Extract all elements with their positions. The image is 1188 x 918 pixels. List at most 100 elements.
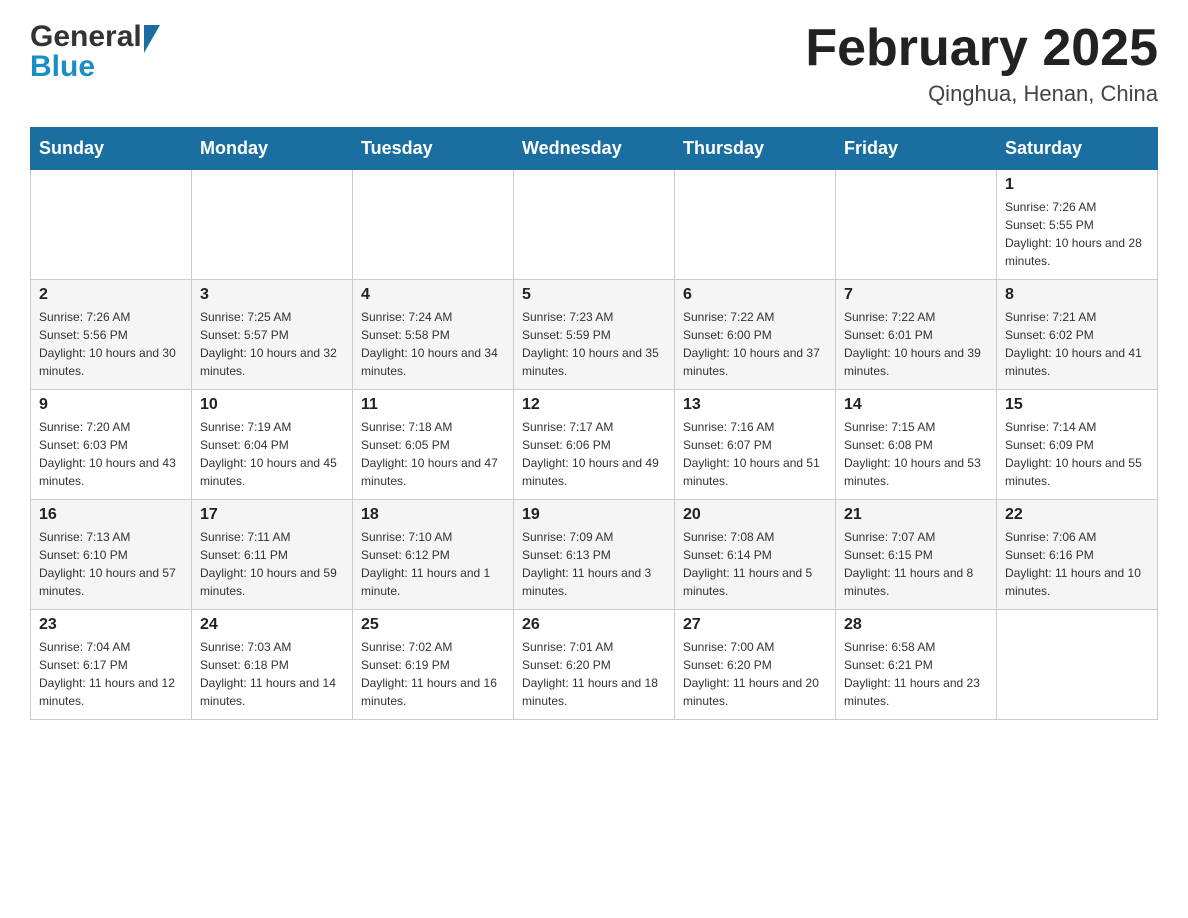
calendar-cell: 6 Sunrise: 7:22 AMSunset: 6:00 PMDaylight… xyxy=(675,280,836,390)
weekday-header-tuesday: Tuesday xyxy=(353,128,514,170)
calendar-cell xyxy=(192,170,353,280)
calendar-cell: 2Sunrise: 7:26 AMSunset: 5:56 PMDaylight… xyxy=(31,280,192,390)
day-number: 24 xyxy=(200,616,344,634)
calendar-cell xyxy=(353,170,514,280)
calendar-cell: 14 Sunrise: 7:15 AMSunset: 6:08 PMDayligh… xyxy=(836,390,997,500)
day-info: Sunrise: 7:01 AMSunset: 6:20 PMDaylight:… xyxy=(522,638,666,710)
day-info: Sunrise: 7:22 AMSunset: 6:00 PMDaylight:… xyxy=(683,308,827,380)
calendar-cell: 20 Sunrise: 7:08 AMSunset: 6:14 PMDayligh… xyxy=(675,500,836,610)
weekday-header-monday: Monday xyxy=(192,128,353,170)
day-info: Sunrise: 7:02 AMSunset: 6:19 PMDaylight:… xyxy=(361,638,505,710)
day-info: Sunrise: 7:13 AMSunset: 6:10 PMDaylight:… xyxy=(39,528,183,600)
day-number: 20 xyxy=(683,506,827,524)
day-number: 19 xyxy=(522,506,666,524)
page-header: General Blue February 2025 Qinghua, Hena… xyxy=(30,20,1158,107)
weekday-header-sunday: Sunday xyxy=(31,128,192,170)
day-number: 5 xyxy=(522,286,666,304)
calendar-cell: 12 Sunrise: 7:17 AMSunset: 6:06 PMDayligh… xyxy=(514,390,675,500)
day-info: Sunrise: 7:24 AMSunset: 5:58 PMDaylight:… xyxy=(361,308,505,380)
weekday-header-row: SundayMondayTuesdayWednesdayThursdayFrid… xyxy=(31,128,1158,170)
day-number: 25 xyxy=(361,616,505,634)
day-info: Sunrise: 7:23 AMSunset: 5:59 PMDaylight:… xyxy=(522,308,666,380)
day-number: 26 xyxy=(522,616,666,634)
day-number: 15 xyxy=(1005,396,1149,414)
calendar-cell: 24 Sunrise: 7:03 AMSunset: 6:18 PMDayligh… xyxy=(192,610,353,720)
day-number: 7 xyxy=(844,286,988,304)
calendar-cell: 27 Sunrise: 7:00 AMSunset: 6:20 PMDayligh… xyxy=(675,610,836,720)
day-info: Sunrise: 7:14 AMSunset: 6:09 PMDaylight:… xyxy=(1005,418,1149,490)
calendar-cell: 10 Sunrise: 7:19 AMSunset: 6:04 PMDayligh… xyxy=(192,390,353,500)
calendar-table: SundayMondayTuesdayWednesdayThursdayFrid… xyxy=(30,127,1158,720)
week-row-1: 1Sunrise: 7:26 AMSunset: 5:55 PMDaylight… xyxy=(31,170,1158,280)
logo-arrow-icon xyxy=(144,25,160,53)
calendar-cell: 1Sunrise: 7:26 AMSunset: 5:55 PMDaylight… xyxy=(997,170,1158,280)
calendar-cell: 22 Sunrise: 7:06 AMSunset: 6:16 PMDayligh… xyxy=(997,500,1158,610)
day-info: Sunrise: 7:09 AMSunset: 6:13 PMDaylight:… xyxy=(522,528,666,600)
calendar-cell xyxy=(31,170,192,280)
calendar-cell xyxy=(836,170,997,280)
calendar-cell xyxy=(514,170,675,280)
calendar-cell xyxy=(675,170,836,280)
day-number: 6 xyxy=(683,286,827,304)
location-text: Qinghua, Henan, China xyxy=(805,81,1158,107)
calendar-cell: 25 Sunrise: 7:02 AMSunset: 6:19 PMDayligh… xyxy=(353,610,514,720)
calendar-cell: 18 Sunrise: 7:10 AMSunset: 6:12 PMDayligh… xyxy=(353,500,514,610)
weekday-header-saturday: Saturday xyxy=(997,128,1158,170)
day-info: Sunrise: 7:04 AMSunset: 6:17 PMDaylight:… xyxy=(39,638,183,710)
week-row-5: 23 Sunrise: 7:04 AMSunset: 6:17 PMDayligh… xyxy=(31,610,1158,720)
day-info: Sunrise: 7:21 AMSunset: 6:02 PMDaylight:… xyxy=(1005,308,1149,380)
calendar-cell: 16 Sunrise: 7:13 AMSunset: 6:10 PMDayligh… xyxy=(31,500,192,610)
day-number: 9 xyxy=(39,396,183,414)
day-number: 12 xyxy=(522,396,666,414)
day-info: Sunrise: 7:16 AMSunset: 6:07 PMDaylight:… xyxy=(683,418,827,490)
calendar-cell: 8 Sunrise: 7:21 AMSunset: 6:02 PMDaylight… xyxy=(997,280,1158,390)
day-number: 28 xyxy=(844,616,988,634)
day-info: Sunrise: 7:19 AMSunset: 6:04 PMDaylight:… xyxy=(200,418,344,490)
day-info: Sunrise: 7:15 AMSunset: 6:08 PMDaylight:… xyxy=(844,418,988,490)
calendar-cell: 28 Sunrise: 6:58 AMSunset: 6:21 PMDayligh… xyxy=(836,610,997,720)
day-number: 14 xyxy=(844,396,988,414)
logo-general-text: General xyxy=(30,20,142,54)
day-number: 27 xyxy=(683,616,827,634)
day-number: 18 xyxy=(361,506,505,524)
day-info: Sunrise: 7:11 AMSunset: 6:11 PMDaylight:… xyxy=(200,528,344,600)
week-row-2: 2Sunrise: 7:26 AMSunset: 5:56 PMDaylight… xyxy=(31,280,1158,390)
day-info: Sunrise: 6:58 AMSunset: 6:21 PMDaylight:… xyxy=(844,638,988,710)
day-number: 4 xyxy=(361,286,505,304)
calendar-cell: 23 Sunrise: 7:04 AMSunset: 6:17 PMDayligh… xyxy=(31,610,192,720)
day-info: Sunrise: 7:25 AMSunset: 5:57 PMDaylight:… xyxy=(200,308,344,380)
day-number: 10 xyxy=(200,396,344,414)
calendar-cell: 21Sunrise: 7:07 AMSunset: 6:15 PMDayligh… xyxy=(836,500,997,610)
weekday-header-friday: Friday xyxy=(836,128,997,170)
day-info: Sunrise: 7:20 AMSunset: 6:03 PMDaylight:… xyxy=(39,418,183,490)
calendar-cell: 9 Sunrise: 7:20 AMSunset: 6:03 PMDaylight… xyxy=(31,390,192,500)
day-info: Sunrise: 7:00 AMSunset: 6:20 PMDaylight:… xyxy=(683,638,827,710)
calendar-cell: 15 Sunrise: 7:14 AMSunset: 6:09 PMDayligh… xyxy=(997,390,1158,500)
day-info: Sunrise: 7:22 AMSunset: 6:01 PMDaylight:… xyxy=(844,308,988,380)
calendar-cell: 26 Sunrise: 7:01 AMSunset: 6:20 PMDayligh… xyxy=(514,610,675,720)
logo: General Blue xyxy=(30,20,160,84)
calendar-cell: 11Sunrise: 7:18 AMSunset: 6:05 PMDayligh… xyxy=(353,390,514,500)
calendar-cell: 3Sunrise: 7:25 AMSunset: 5:57 PMDaylight… xyxy=(192,280,353,390)
calendar-cell: 7 Sunrise: 7:22 AMSunset: 6:01 PMDaylight… xyxy=(836,280,997,390)
day-info: Sunrise: 7:10 AMSunset: 6:12 PMDaylight:… xyxy=(361,528,505,600)
day-info: Sunrise: 7:17 AMSunset: 6:06 PMDaylight:… xyxy=(522,418,666,490)
day-number: 11 xyxy=(361,396,505,414)
week-row-4: 16 Sunrise: 7:13 AMSunset: 6:10 PMDayligh… xyxy=(31,500,1158,610)
calendar-cell: 17Sunrise: 7:11 AMSunset: 6:11 PMDayligh… xyxy=(192,500,353,610)
calendar-cell: 19 Sunrise: 7:09 AMSunset: 6:13 PMDayligh… xyxy=(514,500,675,610)
month-title: February 2025 xyxy=(805,20,1158,77)
calendar-cell xyxy=(997,610,1158,720)
day-info: Sunrise: 7:07 AMSunset: 6:15 PMDaylight:… xyxy=(844,528,988,600)
day-info: Sunrise: 7:26 AMSunset: 5:56 PMDaylight:… xyxy=(39,308,183,380)
day-info: Sunrise: 7:06 AMSunset: 6:16 PMDaylight:… xyxy=(1005,528,1149,600)
day-number: 16 xyxy=(39,506,183,524)
logo-blue-text: Blue xyxy=(30,50,160,84)
calendar-cell: 4 Sunrise: 7:24 AMSunset: 5:58 PMDaylight… xyxy=(353,280,514,390)
day-info: Sunrise: 7:08 AMSunset: 6:14 PMDaylight:… xyxy=(683,528,827,600)
day-info: Sunrise: 7:03 AMSunset: 6:18 PMDaylight:… xyxy=(200,638,344,710)
day-number: 8 xyxy=(1005,286,1149,304)
day-number: 22 xyxy=(1005,506,1149,524)
title-block: February 2025 Qinghua, Henan, China xyxy=(805,20,1158,107)
day-number: 23 xyxy=(39,616,183,634)
